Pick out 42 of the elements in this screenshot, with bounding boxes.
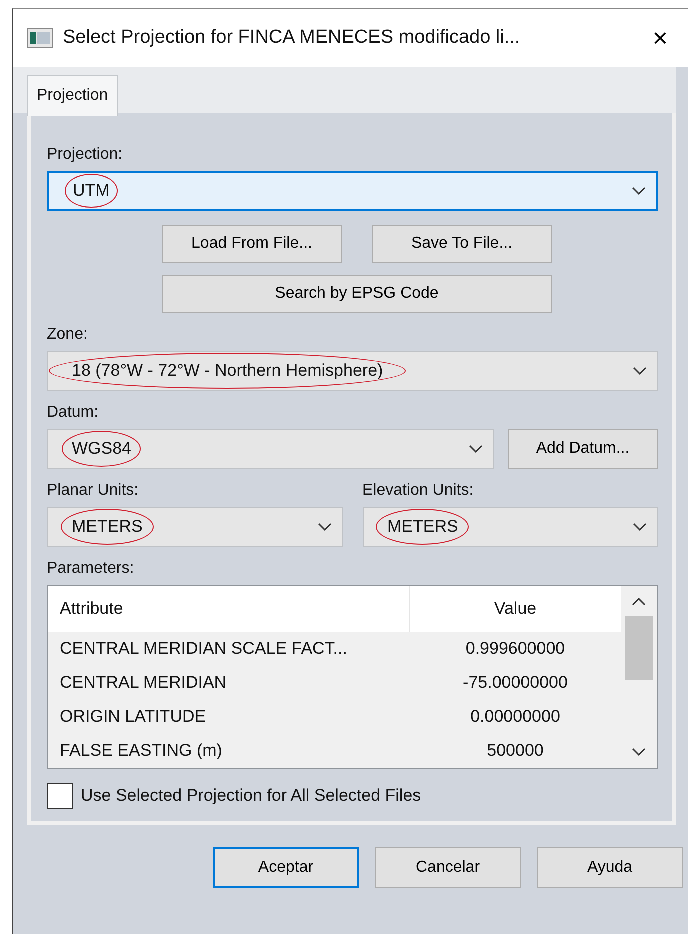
table-cell-text: -75.00000000: [462, 672, 569, 694]
add-datum-button[interactable]: Add Datum...: [508, 429, 658, 469]
table-cell-text: CENTRAL MERIDIAN SCALE FACT...: [59, 638, 348, 660]
file-button[interactable]: Save To File...: [372, 225, 552, 263]
file-button[interactable]: Load From File...: [162, 225, 342, 263]
scroll-up-icon[interactable]: [632, 598, 646, 606]
chevron-down-icon: [632, 187, 646, 195]
checkbox[interactable]: [47, 783, 73, 809]
checkbox-label: Use Selected Projection for All Selected Files: [81, 785, 422, 808]
dialog-button[interactable]: Aceptar: [213, 847, 359, 888]
column-header[interactable]: Attribute: [48, 586, 410, 632]
table-cell-text: FALSE EASTING (m): [59, 740, 224, 762]
table-cell-text: CENTRAL MERIDIAN: [59, 672, 228, 694]
dialog-button[interactable]: Cancelar: [375, 847, 521, 888]
table-cell-text: 500000: [486, 740, 545, 762]
dropdown[interactable]: WGS84: [47, 429, 494, 469]
chevron-down-icon: [633, 367, 647, 375]
chevron-down-icon: [318, 523, 332, 531]
search-button[interactable]: Search by EPSG Code: [162, 275, 552, 313]
table-cell-text: 0.00000000: [470, 706, 562, 728]
close-button[interactable]: ×: [646, 25, 674, 51]
window-title: Select Projection for FINCA MENECES modificado li...: [63, 26, 522, 50]
table-cell-text: 0.999600000: [464, 638, 566, 660]
app-icon: [27, 28, 53, 48]
table-cell-text: ORIGIN LATITUDE: [59, 706, 208, 728]
chevron-down-icon: [469, 445, 483, 453]
dropdown[interactable]: 18 (78°W - 72°W - Northern Hemisphere): [47, 351, 658, 391]
field-label: Zone:: [47, 325, 89, 345]
field-label: Planar Units:: [47, 481, 140, 501]
column-header[interactable]: Value: [410, 596, 621, 622]
dialog-button[interactable]: Ayuda: [537, 847, 683, 888]
field-label: Elevation Units:: [362, 481, 475, 501]
dropdown[interactable]: UTM: [47, 171, 658, 211]
scroll-down-icon[interactable]: [632, 748, 646, 756]
tab[interactable]: Projection: [27, 75, 118, 116]
scrollbar-thumb[interactable]: [625, 616, 653, 680]
field-label: Parameters:: [47, 559, 136, 579]
field-label: Datum:: [47, 403, 100, 423]
chevron-down-icon: [633, 523, 647, 531]
dropdown[interactable]: METERS: [47, 507, 342, 547]
dropdown[interactable]: METERS: [362, 507, 658, 547]
field-label: Projection:: [47, 145, 124, 165]
